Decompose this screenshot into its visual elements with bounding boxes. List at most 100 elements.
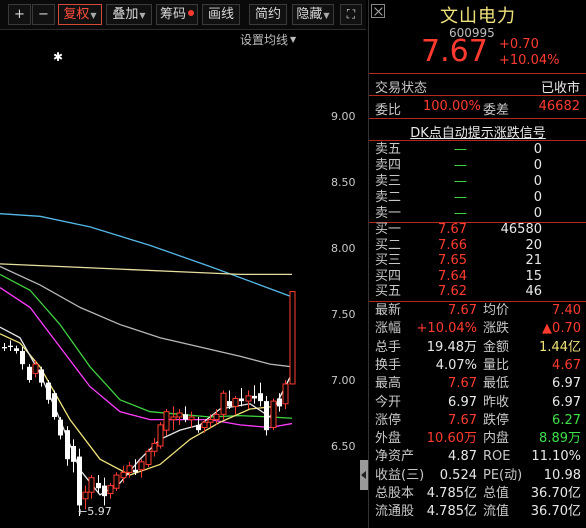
candlestick[interactable] (71, 439, 76, 473)
chip-distribution-button[interactable]: 筹码 (156, 4, 198, 25)
candlestick[interactable] (2, 343, 7, 351)
stat-label: 金额 (483, 339, 510, 355)
candlestick[interactable] (65, 426, 70, 466)
draw-line-button[interactable]: 画线 (202, 4, 240, 25)
candlestick-plot[interactable] (0, 48, 330, 528)
zoom-in-label: + (14, 7, 25, 22)
candle-body (277, 398, 282, 407)
candlestick[interactable] (176, 409, 183, 425)
buy-order-row[interactable]: 买一 7.67 46580 (369, 222, 586, 238)
zoom-out-button[interactable]: − (32, 4, 55, 25)
candlestick[interactable] (113, 472, 120, 491)
kline-chart-pane[interactable]: + − 复权▼ 叠加▼ 筹码 画线 简约 隐藏▼ ⛶ 设置均线 ▼ ✱ 9.00… (0, 0, 368, 528)
dropdown-arrow-icon: ▼ (90, 11, 97, 20)
stat-row: 净资产 4.87 ROE 11.10% (369, 448, 586, 466)
stat-value: 4.87 (448, 449, 477, 465)
candlestick[interactable] (239, 387, 244, 407)
stat-value: 7.67 (448, 412, 477, 428)
candlestick[interactable] (58, 416, 63, 440)
price-axis-label: 6.50 (331, 440, 356, 453)
order-price: — (454, 190, 467, 205)
stat-label: 均价 (483, 303, 510, 318)
order-volume: 0 (533, 190, 542, 205)
stat-row: 今开 6.97 昨收 6.97 (369, 394, 586, 412)
order-price: 7.64 (438, 268, 467, 284)
sell-order-row[interactable]: 卖五 — 0 (369, 142, 586, 158)
fullscreen-button[interactable]: ⛶ (340, 4, 362, 25)
sell-order-row[interactable]: 卖四 — 0 (369, 158, 586, 174)
buy-order-row[interactable]: 买五 7.62 46 (369, 284, 586, 300)
candlestick[interactable] (46, 380, 51, 404)
zoom-in-button[interactable]: + (8, 4, 31, 25)
candlestick[interactable] (14, 345, 19, 354)
candlestick[interactable] (151, 438, 158, 457)
candlestick[interactable] (27, 364, 32, 383)
candlestick[interactable] (252, 385, 257, 404)
dk-signal-link[interactable]: DK点自动提示涨跌信号 (369, 122, 586, 141)
quote-panel: 文山电力 600995 7.67 +0.70 +10.04% 交易状态 已收市 … (368, 0, 586, 528)
candlestick[interactable] (52, 390, 57, 420)
candlestick[interactable] (245, 390, 252, 410)
candlestick[interactable] (188, 411, 195, 428)
candle-body (52, 393, 57, 417)
sell-order-row[interactable]: 卖一 — 0 (369, 206, 586, 222)
adjust-fuquan-button[interactable]: 复权▼ (58, 4, 102, 25)
candlestick[interactable] (138, 459, 145, 478)
candlestick[interactable] (157, 422, 164, 449)
candlestick[interactable] (39, 366, 44, 387)
candlestick[interactable] (289, 291, 296, 385)
weicha-label: 委差 (483, 103, 510, 118)
price-axis-label: 8.50 (331, 176, 356, 189)
stat-value: 10.60万 (426, 431, 477, 447)
stat-value: 6.97 (552, 394, 581, 410)
candlestick[interactable] (270, 398, 277, 431)
hide-button[interactable]: 隐藏▼ (292, 4, 334, 25)
order-level-label: 卖五 (375, 142, 402, 157)
stat-label: 换手 (375, 357, 402, 373)
buy-order-row[interactable]: 买四 7.64 15 (369, 269, 586, 285)
stat-label: 最高 (375, 376, 402, 392)
stat-value: 0.524 (439, 467, 477, 483)
candle-body (145, 450, 152, 465)
stat-label: 量比 (483, 357, 510, 373)
set-ma-link[interactable]: 设置均线 (240, 31, 288, 48)
buy-order-row[interactable]: 买二 7.66 20 (369, 238, 586, 254)
candle-body (170, 416, 177, 421)
stat-label: 总值 (483, 486, 510, 501)
sell-order-row[interactable]: 卖二 — 0 (369, 190, 586, 206)
stat-row: 总股本 4.785亿 总值 36.70亿 (369, 485, 586, 503)
order-volume: 46580 (500, 222, 542, 237)
order-price: 7.62 (438, 284, 467, 299)
candlestick[interactable] (258, 382, 263, 407)
candlestick[interactable] (126, 461, 133, 478)
stat-label: 昨收 (483, 394, 510, 410)
stat-value: 8.89万 (539, 431, 581, 447)
buy-order-row[interactable]: 买三 7.65 21 (369, 253, 586, 269)
candlestick[interactable] (102, 477, 107, 506)
divider (369, 73, 586, 74)
candlestick[interactable] (170, 406, 177, 431)
stat-label: 今开 (375, 394, 402, 410)
candlestick[interactable] (163, 409, 170, 436)
candle-body (14, 348, 19, 351)
overlay-button[interactable]: 叠加▼ (106, 4, 152, 25)
stat-label: PE(动) (483, 467, 523, 483)
candlestick[interactable] (227, 390, 232, 410)
candlestick[interactable] (107, 482, 114, 499)
stat-row: 最高 7.67 最低 6.97 (369, 375, 586, 393)
simple-mode-button[interactable]: 简约 (249, 4, 287, 25)
candlestick[interactable] (264, 395, 269, 436)
stat-value: 7.67 (448, 303, 477, 318)
candlestick[interactable] (8, 340, 13, 351)
collapse-panel-handle[interactable] (360, 460, 368, 490)
sell-order-row[interactable]: 卖三 — 0 (369, 174, 586, 190)
candlestick[interactable] (145, 448, 152, 468)
candlestick[interactable] (232, 395, 239, 415)
candlestick[interactable] (282, 380, 289, 410)
order-level-label: 卖四 (375, 158, 402, 173)
weibi-label: 委比 (375, 103, 402, 118)
candlestick[interactable] (220, 390, 227, 420)
candlestick[interactable] (20, 347, 25, 370)
last-price: 7.67 (421, 34, 488, 69)
candlestick[interactable] (88, 475, 95, 499)
